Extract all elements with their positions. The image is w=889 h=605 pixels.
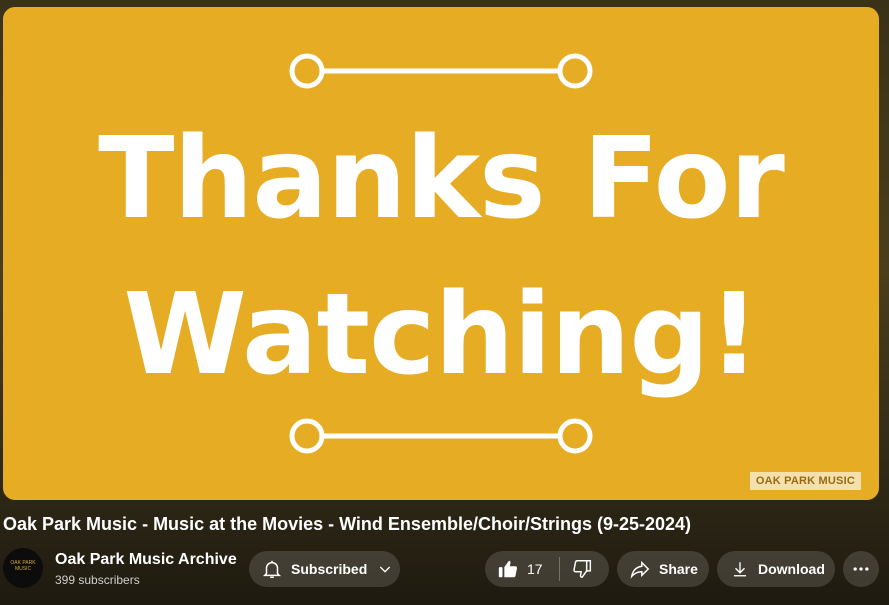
share-button[interactable]: Share xyxy=(617,551,709,587)
thumbs-up-icon[interactable] xyxy=(497,558,519,580)
channel-name[interactable]: Oak Park Music Archive xyxy=(55,551,237,569)
share-label: Share xyxy=(659,561,698,577)
end-card-decoration xyxy=(289,53,593,454)
like-divider xyxy=(558,557,560,581)
share-icon xyxy=(629,558,651,580)
channel-avatar[interactable]: OAK PARK MUSIC xyxy=(3,548,43,588)
video-title: Oak Park Music - Music at the Movies - W… xyxy=(3,514,692,534)
video-player[interactable]: Thanks For Watching! OAK PARK MUSIC xyxy=(3,7,879,500)
like-count[interactable]: 17 xyxy=(527,561,543,577)
download-button[interactable]: Download xyxy=(717,551,835,587)
thumbs-down-icon[interactable] xyxy=(572,558,594,580)
download-icon xyxy=(731,559,749,579)
bell-icon xyxy=(261,558,283,580)
end-card-text-line2: Watching! xyxy=(123,270,759,400)
end-card-text-line1: Thanks For xyxy=(98,114,785,244)
chevron-down-icon xyxy=(377,561,393,577)
avatar-logo-text: OAK PARK MUSIC xyxy=(10,560,36,572)
channel-watermark[interactable]: OAK PARK MUSIC xyxy=(749,472,861,490)
subscribed-label: Subscribed xyxy=(291,561,368,577)
more-actions-button[interactable] xyxy=(843,551,879,587)
subscriber-count: 399 subscribers xyxy=(55,573,140,587)
download-label: Download xyxy=(758,561,825,577)
more-icon xyxy=(851,559,871,579)
like-dislike-group: 17 xyxy=(485,551,609,587)
subscribed-button[interactable]: Subscribed xyxy=(249,551,400,587)
